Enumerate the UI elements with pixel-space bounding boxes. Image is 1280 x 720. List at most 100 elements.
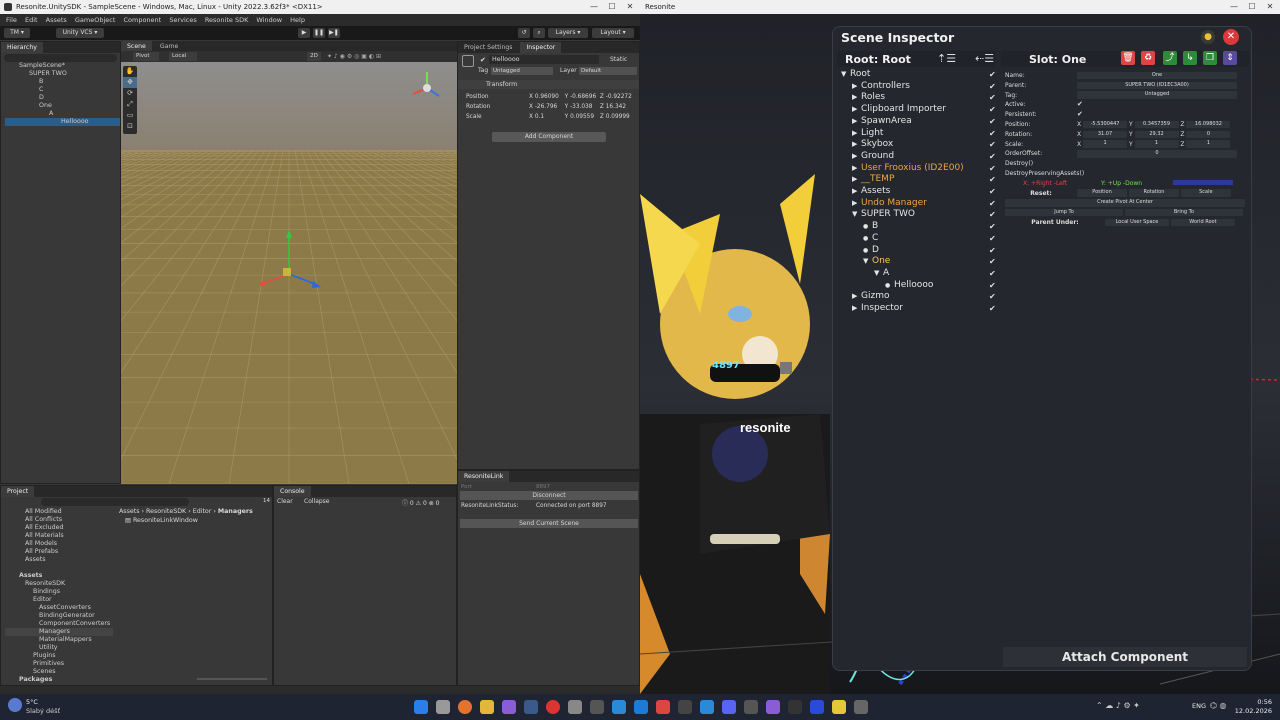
local-dropdown[interactable]: Local — [169, 52, 197, 61]
slot-tree-label[interactable]: Controllers — [861, 81, 910, 91]
discord-icon[interactable] — [722, 700, 736, 714]
slot-tree-label[interactable]: D — [872, 245, 879, 255]
tag-dropdown[interactable]: Untagged — [491, 67, 553, 75]
menu-file[interactable]: File — [6, 16, 17, 24]
expanded-arrow-icon[interactable]: ▼ — [852, 209, 861, 221]
heart-app-icon[interactable] — [546, 700, 560, 714]
weather-icon[interactable] — [8, 698, 22, 712]
active-checkbox-resonite[interactable]: ✔ — [1077, 100, 1083, 110]
hierarchy-item-samplescene[interactable]: SampleScene* — [5, 62, 120, 70]
collapsed-arrow-icon[interactable]: ▶ — [852, 128, 861, 140]
slot-tree-item[interactable]: ▶ Clipboard Importer — [841, 104, 964, 116]
slot-active-checkbox[interactable]: ✔ — [989, 163, 999, 175]
slot-tree-item[interactable]: ▼ SUPER TWO — [841, 209, 964, 221]
collapsed-arrow-icon[interactable]: ▶ — [852, 139, 861, 151]
object-name-field[interactable]: Helloooo — [489, 55, 599, 64]
firefox-icon[interactable] — [458, 700, 472, 714]
slot-tree-label[interactable]: A — [883, 268, 889, 278]
slot-active-checkbox[interactable]: ✔ — [989, 151, 999, 163]
slot-tree-label[interactable]: Skybox — [861, 139, 893, 149]
add-component-button[interactable]: Add Component — [492, 132, 606, 142]
pos-z[interactable]: 16.098032 — [1186, 120, 1231, 129]
photoshop-icon[interactable] — [810, 700, 824, 714]
tree-utility[interactable]: Utility — [5, 644, 113, 652]
delete-preserve-icon[interactable]: ♻ — [1141, 51, 1155, 65]
menu-edit[interactable]: Edit — [25, 16, 38, 24]
local-user-space-button[interactable]: Local User Space — [1105, 218, 1169, 227]
move-tool-icon[interactable]: ✥ — [123, 77, 137, 88]
fav-all-modified[interactable]: All Modified — [5, 508, 113, 516]
tree-assetconverters[interactable]: AssetConverters — [5, 604, 113, 612]
slot-tree-label[interactable]: Gizmo — [861, 291, 889, 301]
rider-icon[interactable] — [766, 700, 780, 714]
tab-resonitelink[interactable]: ResoniteLink — [458, 471, 510, 482]
collapsed-arrow-icon[interactable]: ▶ — [852, 92, 861, 104]
fav-all-models[interactable]: All Models — [5, 540, 113, 548]
rot-y[interactable]: 29.32 — [1134, 130, 1179, 139]
tree-materialmappers[interactable]: MaterialMappers — [5, 636, 113, 644]
collapsed-arrow-icon[interactable]: ▶ — [852, 81, 861, 93]
order-offset-field[interactable]: 0 — [1077, 150, 1237, 158]
slot-tree-item[interactable]: ▶ Light — [841, 128, 964, 140]
menu-services[interactable]: Services — [169, 16, 196, 24]
menu-gameobject[interactable]: GameObject — [75, 16, 116, 24]
slot-tree-label[interactable]: SUPER TWO — [861, 209, 915, 219]
slot-active-checkbox[interactable]: ✔ — [989, 128, 999, 140]
tree-editor[interactable]: Editor — [5, 596, 113, 604]
menu-component[interactable]: Component — [123, 16, 161, 24]
history-icon[interactable]: ↺ — [518, 28, 530, 38]
fav-all-conflicts[interactable]: All Conflicts — [5, 516, 113, 524]
slot-tree-item[interactable]: ▶ SpawnArea — [841, 116, 964, 128]
jump-to-button[interactable]: Jump To — [1005, 208, 1123, 217]
close-inspector-button[interactable]: ✕ — [1223, 29, 1239, 45]
slot-tree-label[interactable]: Assets — [861, 186, 890, 196]
slot-tree-item[interactable]: ● B — [841, 221, 964, 233]
file-resonitelinkwindow[interactable]: ▤ ResoniteLinkWindow — [125, 517, 198, 524]
leaf-dot-icon[interactable]: ● — [863, 221, 872, 233]
slot-tree-item[interactable]: ● C — [841, 233, 964, 245]
tab-hierarchy[interactable]: Hierarchy — [1, 42, 43, 53]
slot-tree-label[interactable]: SpawnArea — [861, 116, 912, 126]
pos-x-field[interactable]: 0.96090 — [535, 92, 563, 102]
leaf-dot-icon[interactable]: ● — [863, 245, 872, 257]
app-icon-1[interactable] — [568, 700, 582, 714]
bring-to-button[interactable]: Bring To — [1124, 208, 1243, 217]
world-root-button[interactable]: World Root — [1170, 218, 1235, 227]
collapsed-arrow-icon[interactable]: ▶ — [852, 174, 861, 186]
static-toggle[interactable]: Static — [610, 56, 627, 63]
search-icon[interactable]: ⌕ — [533, 28, 545, 38]
slot-tree-label[interactable]: Root — [850, 69, 870, 79]
rot-x[interactable]: 31.07 — [1083, 130, 1128, 139]
close-icon[interactable]: ✕ — [620, 0, 640, 14]
destroy-button[interactable]: Destroy() — [1005, 159, 1245, 169]
zoom-slider[interactable] — [197, 678, 267, 680]
hierarchy-item-one[interactable]: One — [5, 102, 120, 110]
send-scene-button[interactable]: Send Current Scene — [460, 519, 638, 528]
scl-y[interactable]: 1 — [1134, 140, 1179, 148]
tree-primitives[interactable]: Primitives — [5, 660, 113, 668]
tree-scenes[interactable]: Scenes — [5, 668, 113, 676]
slot-tree-item[interactable]: ▶ Roles — [841, 92, 964, 104]
slot-active-checkbox[interactable]: ✔ — [989, 221, 999, 233]
weather-desc[interactable]: Slabý déšť — [26, 707, 60, 715]
resonite-minimize-icon[interactable]: — — [1224, 0, 1244, 14]
scl-z-field[interactable]: 0.09999 — [606, 114, 630, 120]
menu-resonite-sdk[interactable]: Resonite SDK — [205, 16, 249, 24]
tree-resonitesdk[interactable]: ResoniteSDK — [5, 580, 113, 588]
fav-all-prefabs[interactable]: All Prefabs — [5, 548, 113, 556]
destroy-preserving-button[interactable]: DestroyPreservingAssets() — [1005, 169, 1245, 179]
slot-tree-label[interactable]: Undo Manager — [861, 198, 927, 208]
clock-date[interactable]: 12.02.2026 — [1232, 707, 1272, 715]
slot-tree-label[interactable]: Ground — [861, 151, 894, 161]
slot-tree-item[interactable]: ● D — [841, 245, 964, 257]
transform-tool-icon[interactable]: ⊡ — [123, 121, 137, 132]
slot-tree-item[interactable]: ▼ A — [841, 268, 964, 280]
fav-assets[interactable]: Assets — [5, 556, 113, 564]
prop-name-field[interactable]: One — [1077, 71, 1237, 80]
leaf-dot-icon[interactable]: ● — [885, 280, 894, 292]
layout-dropdown[interactable]: Layout ▾ — [592, 28, 634, 38]
project-search[interactable] — [41, 498, 189, 506]
pos-y[interactable]: 0.3457359 — [1134, 120, 1179, 129]
collapsed-arrow-icon[interactable]: ▶ — [852, 104, 861, 116]
insert-parent-icon[interactable]: ⤴ — [1163, 51, 1177, 65]
